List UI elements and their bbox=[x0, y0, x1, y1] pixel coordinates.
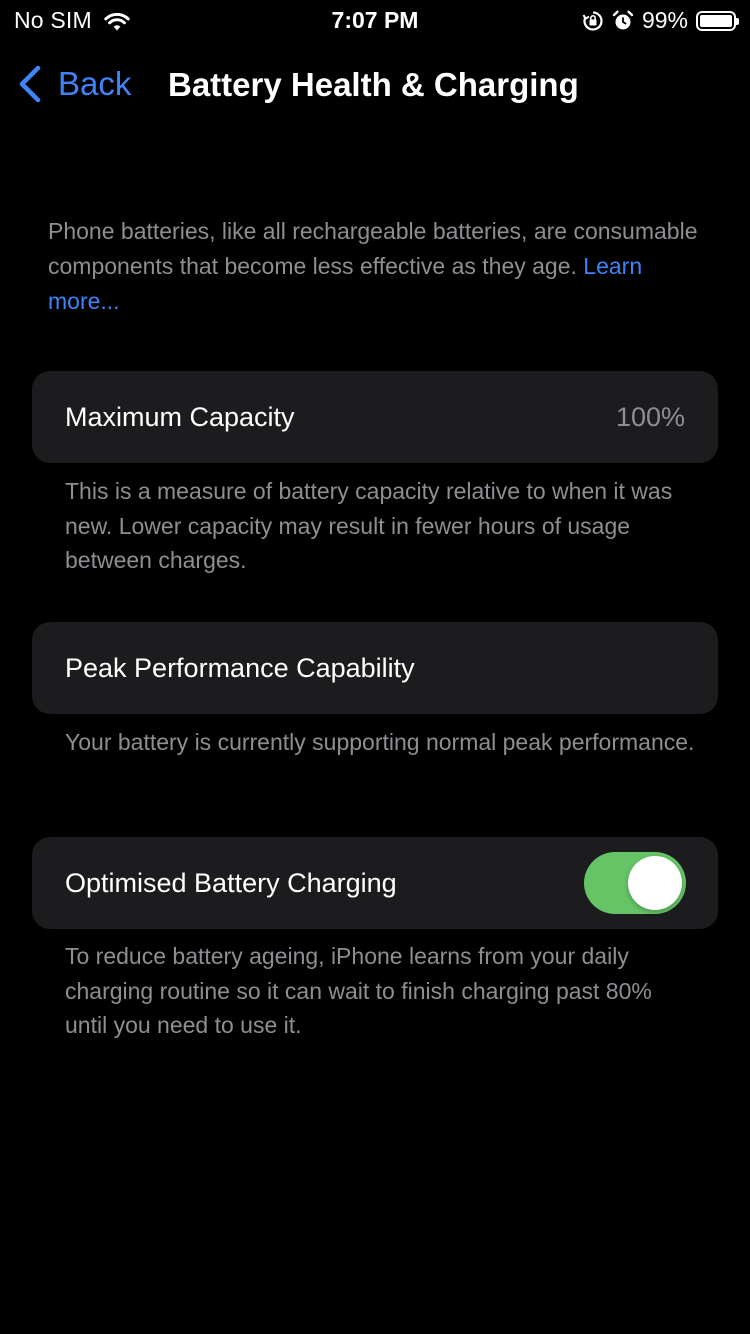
battery-percentage: 99% bbox=[641, 7, 688, 33]
status-bar: No SIM 7:07 PM 99% bbox=[0, 0, 750, 40]
peak-performance-footnote: Your battery is currently supporting nor… bbox=[65, 729, 695, 755]
back-button[interactable]: Back bbox=[16, 64, 131, 104]
navigation-bar: Back Battery Health & Charging bbox=[0, 60, 750, 110]
maximum-capacity-value: 100% bbox=[615, 402, 685, 432]
maximum-capacity-label: Maximum Capacity bbox=[65, 402, 295, 432]
alarm-icon bbox=[612, 10, 634, 32]
back-button-label: Back bbox=[58, 65, 132, 102]
orientation-lock-icon bbox=[582, 10, 604, 32]
maximum-capacity-row: Maximum Capacity 100% bbox=[32, 371, 718, 463]
optimised-charging-label: Optimised Battery Charging bbox=[65, 868, 397, 898]
page-title: Battery Health & Charging bbox=[168, 66, 579, 103]
peak-performance-label: Peak Performance Capability bbox=[65, 653, 415, 683]
battery-level-fill bbox=[700, 14, 732, 27]
maximum-capacity-footnote: This is a measure of battery capacity re… bbox=[65, 478, 673, 573]
optimised-charging-row: Optimised Battery Charging bbox=[32, 837, 718, 929]
battery-icon bbox=[696, 10, 739, 31]
status-bar-right: 99% bbox=[582, 7, 739, 34]
intro-description: Phone batteries, like all rechargeable b… bbox=[48, 214, 708, 319]
optimised-charging-footnote: To reduce battery ageing, iPhone learns … bbox=[65, 943, 652, 1038]
toggle-knob bbox=[628, 856, 682, 910]
optimised-charging-toggle[interactable] bbox=[584, 852, 686, 914]
chevron-left-icon bbox=[16, 64, 44, 104]
peak-performance-row: Peak Performance Capability bbox=[32, 622, 718, 714]
